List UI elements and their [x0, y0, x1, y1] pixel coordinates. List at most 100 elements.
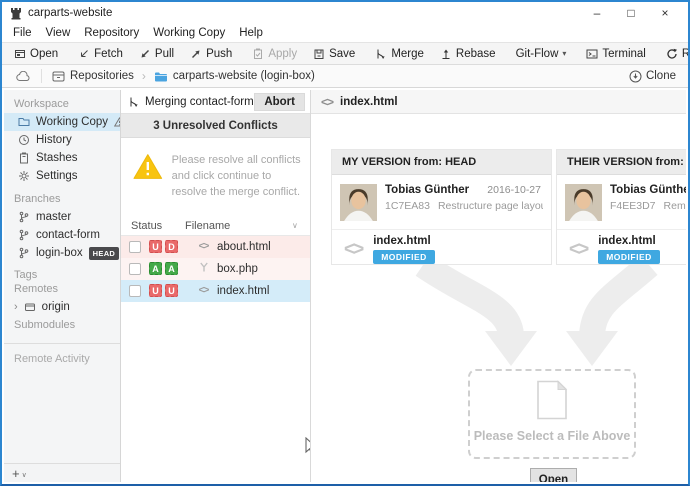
sidebar-header-submodules[interactable]: Submodules [4, 316, 120, 334]
terminal-button[interactable]: Terminal [578, 43, 653, 64]
status-badges: U D [149, 240, 178, 253]
sort-chevron-icon[interactable]: ∨ [292, 221, 310, 230]
row-checkbox[interactable] [129, 263, 141, 275]
file-name: index.html [598, 235, 660, 247]
fetch-button[interactable]: Fetch [70, 43, 131, 64]
menu-file[interactable]: File [6, 27, 39, 39]
open-button[interactable]: Open [6, 43, 66, 64]
open-file-button[interactable]: Open [530, 468, 577, 482]
remote-activity-header: Remote Activity [4, 344, 120, 374]
abort-button[interactable]: Abort [254, 93, 305, 111]
active-file-tab[interactable]: index.html [340, 96, 398, 108]
file-tab-bar: <> index.html [311, 90, 686, 114]
fetch-icon [78, 48, 90, 60]
add-repository-button[interactable]: + [12, 466, 20, 481]
table-row-index-html[interactable]: U U <> index.html [121, 280, 310, 302]
breadcrumb-repository[interactable]: carparts-website (login-box) [148, 70, 321, 82]
row-checkbox[interactable] [129, 241, 141, 253]
sidebar: Workspace Working Copy History Stashes S… [4, 90, 121, 482]
pull-button[interactable]: Pull [131, 43, 182, 64]
minimize-button[interactable]: – [580, 3, 614, 23]
open-icon [14, 48, 26, 60]
gitflow-button[interactable]: Git-Flow ▾ [508, 43, 575, 64]
merge-panel: Merging contact-form Abort 3 Unresolved … [121, 90, 311, 482]
commit-meta: Tobias Günther F4EE3D7 Remove about page [610, 184, 686, 229]
modified-badge: MODIFIED [598, 250, 660, 264]
sidebar-header-remotes[interactable]: Remotes [4, 281, 120, 298]
rebase-icon [440, 48, 452, 60]
commit-date: 2016-10-27 [487, 184, 543, 196]
their-version-header: THEIR VERSION from: contact-form [557, 150, 686, 175]
code-file-icon: <> [344, 239, 362, 261]
breadcrumb-repositories[interactable]: Repositories [46, 70, 140, 82]
chevron-down-icon[interactable]: ∨ [22, 471, 27, 479]
rebase-button[interactable]: Rebase [432, 43, 504, 64]
menu-working-copy[interactable]: Working Copy [146, 27, 232, 39]
cloud-account-button[interactable] [10, 71, 37, 82]
sidebar-item-stashes[interactable]: Stashes [4, 149, 120, 167]
merge-arrows-graphic [311, 263, 686, 373]
column-filename[interactable]: Filename [185, 220, 292, 232]
sidebar-item-remote-origin[interactable]: › origin [4, 298, 120, 316]
menu-view[interactable]: View [39, 27, 78, 39]
status-badge: U [165, 284, 178, 297]
sidebar-item-branch-master[interactable]: master [4, 208, 120, 226]
conflict-file-icon [195, 261, 212, 276]
save-button[interactable]: Save [305, 43, 363, 64]
window-title: carparts-website [28, 7, 112, 19]
file-icon [535, 380, 569, 420]
history-icon [18, 134, 30, 146]
sidebar-item-branch-login-box[interactable]: login-box HEAD [4, 244, 120, 262]
conflict-warning: Please resolve all conflicts and click c… [121, 138, 310, 201]
code-file-icon: <> [569, 239, 587, 261]
apply-button[interactable]: Apply [244, 43, 305, 64]
app-icon [10, 7, 22, 20]
commit-author: Tobias Günther [610, 184, 686, 196]
folder-icon [154, 71, 168, 82]
column-status[interactable]: Status [121, 220, 185, 232]
file-drop-placeholder: Please Select a File Above [468, 369, 636, 459]
clone-button[interactable]: Clone [629, 70, 680, 83]
toolbar: Open Fetch Pull Push Apply Save Merge Re… [2, 42, 688, 65]
main-area: Workspace Working Copy History Stashes S… [4, 90, 686, 482]
merge-title: Merging contact-form [145, 96, 254, 108]
modified-badge: MODIFIED [373, 250, 435, 264]
their-version-card[interactable]: THEIR VERSION from: contact-form Tobias … [556, 149, 686, 265]
commit-hash: F4EE3D7 [610, 200, 656, 212]
row-checkbox[interactable] [129, 285, 141, 297]
menu-repository[interactable]: Repository [77, 27, 146, 39]
table-row-box-php[interactable]: A A box.php [121, 258, 310, 280]
chevron-right-icon[interactable]: › [14, 301, 18, 313]
warning-icon [114, 117, 121, 127]
merge-button[interactable]: Merge [367, 43, 432, 64]
push-button[interactable]: Push [182, 43, 240, 64]
status-badge: D [165, 240, 178, 253]
sidebar-header-tags[interactable]: Tags [4, 266, 120, 281]
sidebar-item-branch-contact-form[interactable]: contact-form [4, 226, 120, 244]
file-row: <> index.html MODIFIED [332, 230, 551, 264]
code-file-icon: <> [195, 241, 212, 252]
sidebar-item-working-copy[interactable]: Working Copy [4, 113, 120, 131]
status-badge: U [149, 240, 162, 253]
conflicts-header: 3 Unresolved Conflicts [121, 114, 310, 138]
code-file-icon: <> [321, 95, 333, 109]
maximize-button[interactable]: □ [614, 3, 648, 23]
refresh-button[interactable]: Refresh [658, 43, 690, 64]
mouse-cursor [304, 437, 311, 457]
table-row-about-html[interactable]: U D <> about.html [121, 236, 310, 258]
commit-meta: Tobias Günther 2016-10-27 1C7EA83Restruc… [385, 184, 543, 229]
conflict-file-table: Status Filename ∨ U D <> about.html [121, 217, 310, 302]
repositories-icon [52, 71, 65, 82]
placeholder-text: Please Select a File Above [470, 429, 634, 443]
commit-message: Remove about page [664, 200, 686, 212]
apply-icon [252, 48, 264, 60]
sidebar-item-settings[interactable]: Settings [4, 167, 120, 185]
breadcrumb: Repositories › carparts-website (login-b… [2, 65, 688, 88]
menu-help[interactable]: Help [232, 27, 270, 39]
close-button[interactable]: × [648, 3, 682, 23]
head-badge: HEAD [89, 247, 119, 260]
my-version-card[interactable]: MY VERSION from: HEAD Tobias Günther 201… [331, 149, 552, 265]
remote-icon [24, 301, 36, 313]
sidebar-item-history[interactable]: History [4, 131, 120, 149]
gear-icon [18, 170, 30, 182]
